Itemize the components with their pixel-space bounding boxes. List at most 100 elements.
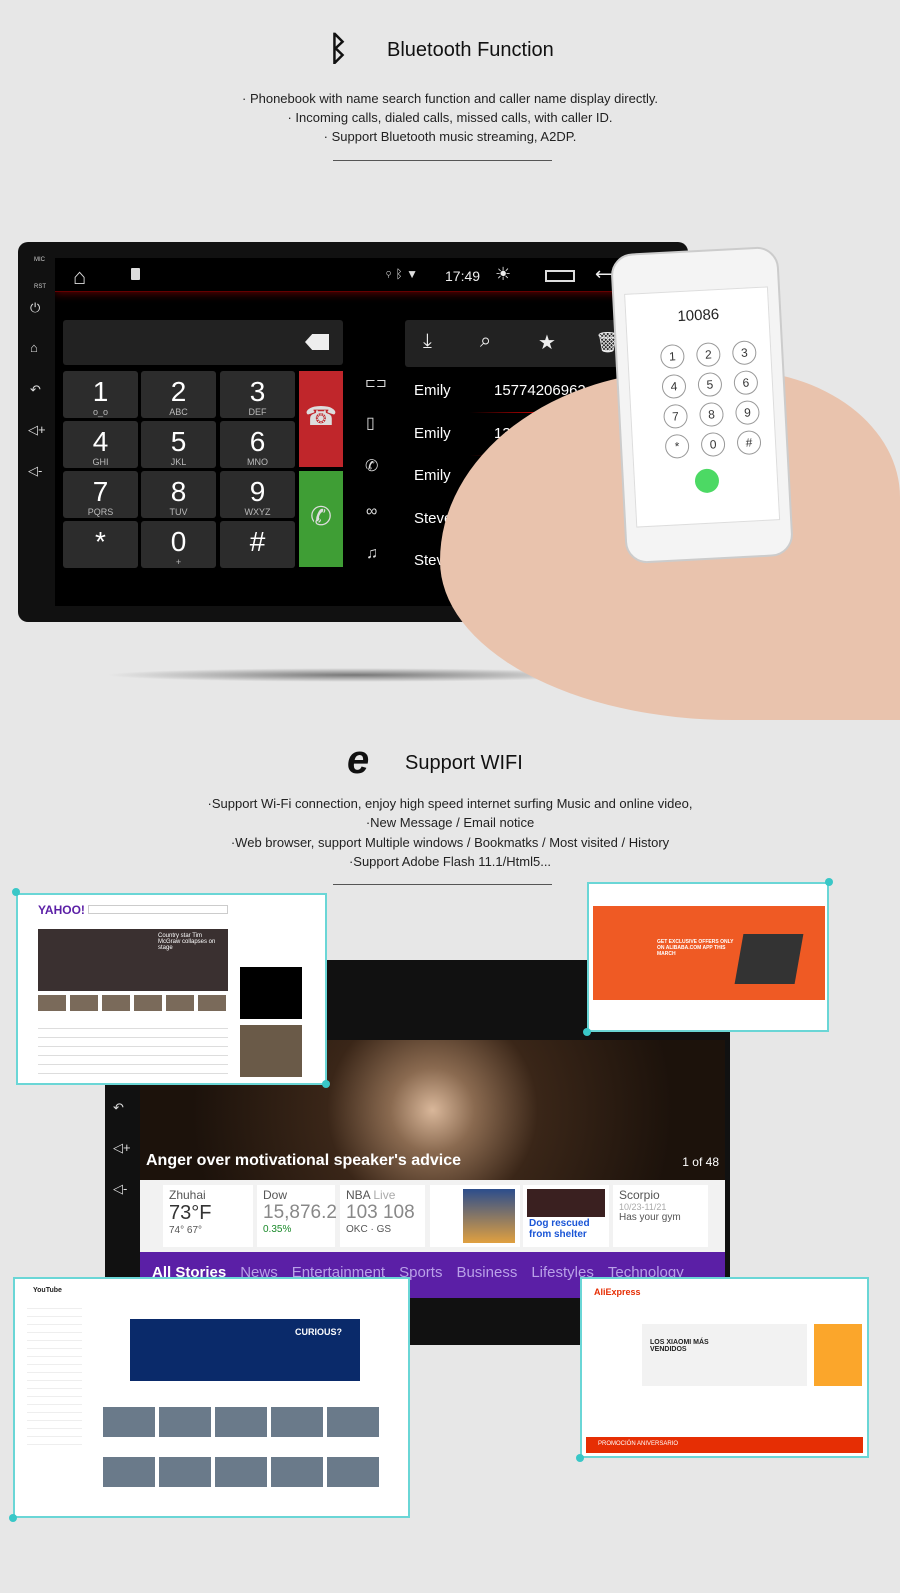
brightness-icon[interactable]: ☀ — [495, 264, 511, 285]
link-tab-icon[interactable]: ∞ — [366, 503, 377, 521]
contact-row[interactable]: Emily 15774206962 — [414, 382, 586, 399]
volume-up-icon[interactable]: ◁+ — [28, 422, 46, 438]
key-digit: 4 — [92, 426, 109, 457]
dow-change: 0.35% — [263, 1224, 292, 1235]
weather-widget[interactable]: Zhuhai 73°F 74° 67° — [163, 1185, 253, 1247]
yahoo-story: Country star Tim McGraw collapses on sta… — [158, 933, 216, 951]
bt-music-tab-icon[interactable]: ♫ — [366, 545, 378, 563]
phone-key[interactable]: 6 — [733, 370, 759, 396]
dial-key[interactable]: 6 MNO — [220, 421, 295, 468]
youtube-promo: CURIOUS? — [295, 1327, 342, 1337]
multiwindow-icon[interactable] — [545, 270, 575, 282]
key-digit: 2 — [170, 376, 187, 407]
dial-key[interactable]: 9 WXYZ — [220, 471, 295, 518]
phone-key[interactable]: 3 — [731, 340, 757, 366]
horoscope-widget[interactable]: Scorpio 10/23-11/21 Has your gym — [613, 1185, 708, 1247]
sign-dates: 10/23-11/21 — [619, 1202, 667, 1212]
phone-key[interactable]: 7 — [662, 403, 689, 430]
backspace-icon[interactable] — [305, 334, 329, 350]
home-icon[interactable]: ⌂ — [73, 264, 86, 290]
contact-name: Emily — [414, 424, 451, 442]
contact-row[interactable]: Emily13774206962 — [414, 467, 586, 484]
phone-key[interactable]: 5 — [697, 371, 723, 398]
clock: 17:49 — [445, 268, 481, 284]
contacts-tab-icon[interactable]: ▯ — [366, 413, 375, 433]
call-log-tab-icon[interactable]: ✆ — [365, 456, 378, 476]
star-icon[interactable]: ★ — [538, 330, 556, 355]
wifi-title: Support WIFI — [405, 752, 523, 774]
phone-number: 10086 — [677, 305, 720, 326]
city-photo — [463, 1189, 515, 1243]
contact-row[interactable]: Emily13774206962 — [414, 424, 586, 442]
key-digit: 8 — [170, 476, 187, 507]
call-button[interactable]: ✆ — [299, 471, 343, 567]
volume-up-icon[interactable]: ◁+ — [113, 1140, 131, 1156]
phone-key[interactable]: 1 — [659, 343, 686, 370]
slide-counter: 1 of 48 — [682, 1155, 719, 1169]
dial-key[interactable]: 1 o_o — [63, 371, 138, 418]
dial-key[interactable]: 5 JKL — [141, 421, 216, 468]
phone-key[interactable]: 4 — [661, 373, 687, 400]
wifi-bullet: ·Web browser, support Multiple windows /… — [230, 835, 670, 850]
volume-down-icon[interactable]: ◁- — [28, 463, 42, 479]
mic-label: MIC — [34, 257, 45, 263]
power-icon[interactable]: ⏻ — [30, 300, 40, 316]
aliexpress-side — [814, 1324, 862, 1386]
flickr-widget[interactable] — [430, 1185, 520, 1247]
dial-key[interactable]: 0 + — [141, 521, 216, 568]
youtube-grid — [103, 1407, 383, 1507]
search-icon[interactable]: ⌕ — [480, 330, 491, 353]
end-call-button[interactable]: ☎ — [299, 371, 343, 467]
score: 103 — [346, 1202, 378, 1223]
volume-down-icon[interactable]: ◁- — [113, 1181, 127, 1197]
phone-key[interactable]: * — [664, 433, 690, 459]
connector-dot — [583, 1028, 591, 1036]
yahoo-logo: YAHOO! — [38, 903, 85, 917]
connector-dot — [12, 888, 20, 896]
bt-bullet: · Support Bluetooth music streaming, A2D… — [323, 129, 577, 144]
video-widget[interactable]: Dog rescued from shelter — [523, 1185, 609, 1247]
back-icon[interactable]: ↶ — [30, 382, 41, 398]
dial-key[interactable]: 4 GHI — [63, 421, 138, 468]
dial-key[interactable]: * — [63, 521, 138, 568]
divider — [333, 884, 552, 885]
phone-key[interactable]: 2 — [695, 341, 721, 368]
dial-key[interactable]: 8 TUV — [141, 471, 216, 518]
video-thumb — [527, 1189, 605, 1217]
dow-widget[interactable]: Dow 15,876.2 0.35% — [257, 1185, 337, 1247]
bluetooth-title: Bluetooth Function — [387, 39, 554, 61]
nba-widget[interactable]: NBA Live 103 108 OKC · GS — [340, 1185, 425, 1247]
wifi-bullet: ·Support Adobe Flash 11.1/Html5... — [348, 854, 552, 869]
category-tab[interactable]: Business — [456, 1264, 517, 1286]
weather-temp: 73°F — [169, 1202, 212, 1224]
connector-dot — [576, 1454, 584, 1462]
smartphone: 10086 1 2 3 4 5 6 7 8 9 * 0 # — [610, 245, 794, 565]
phone-key[interactable]: # — [736, 429, 762, 456]
back-icon[interactable]: ↶ — [113, 1100, 124, 1116]
phone-key[interactable]: 8 — [698, 401, 725, 428]
team: GS — [376, 1224, 392, 1235]
key-letters: ABC — [169, 407, 188, 417]
key-digit: 5 — [170, 426, 187, 457]
dialpad-tab-icon[interactable]: ⊏⊐ — [365, 375, 387, 391]
dial-display[interactable] — [63, 320, 343, 365]
key-digit: * — [95, 526, 106, 557]
phone-call-button[interactable] — [694, 468, 720, 494]
key-letters: DEF — [248, 407, 267, 417]
headline[interactable]: Anger over motivational speaker's advice — [146, 1152, 461, 1170]
horoscope: Has your gym — [619, 1212, 681, 1223]
key-letters: + — [175, 557, 182, 567]
dial-key[interactable]: 3 DEF — [220, 371, 295, 418]
download-icon[interactable]: ⤓ — [423, 330, 432, 353]
dial-key[interactable]: 7 PQRS — [63, 471, 138, 518]
dial-key[interactable]: 2 ABC — [141, 371, 216, 418]
youtube-logo: YouTube — [33, 1287, 62, 1294]
aliexpress-screenshot: AliExpress LOS XIAOMI MÁS VENDIDOS PROMO… — [580, 1277, 869, 1458]
yahoo-screenshot: YAHOO! Country star Tim McGraw collapses… — [16, 893, 327, 1085]
key-letters: WXYZ — [244, 507, 271, 517]
dial-key[interactable]: # — [220, 521, 295, 568]
phone-key[interactable]: 0 — [700, 431, 726, 458]
phone-key[interactable]: 9 — [734, 400, 761, 426]
bt-bullet: · Phonebook with name search function an… — [242, 91, 658, 106]
home-icon[interactable]: ⌂ — [30, 340, 38, 355]
